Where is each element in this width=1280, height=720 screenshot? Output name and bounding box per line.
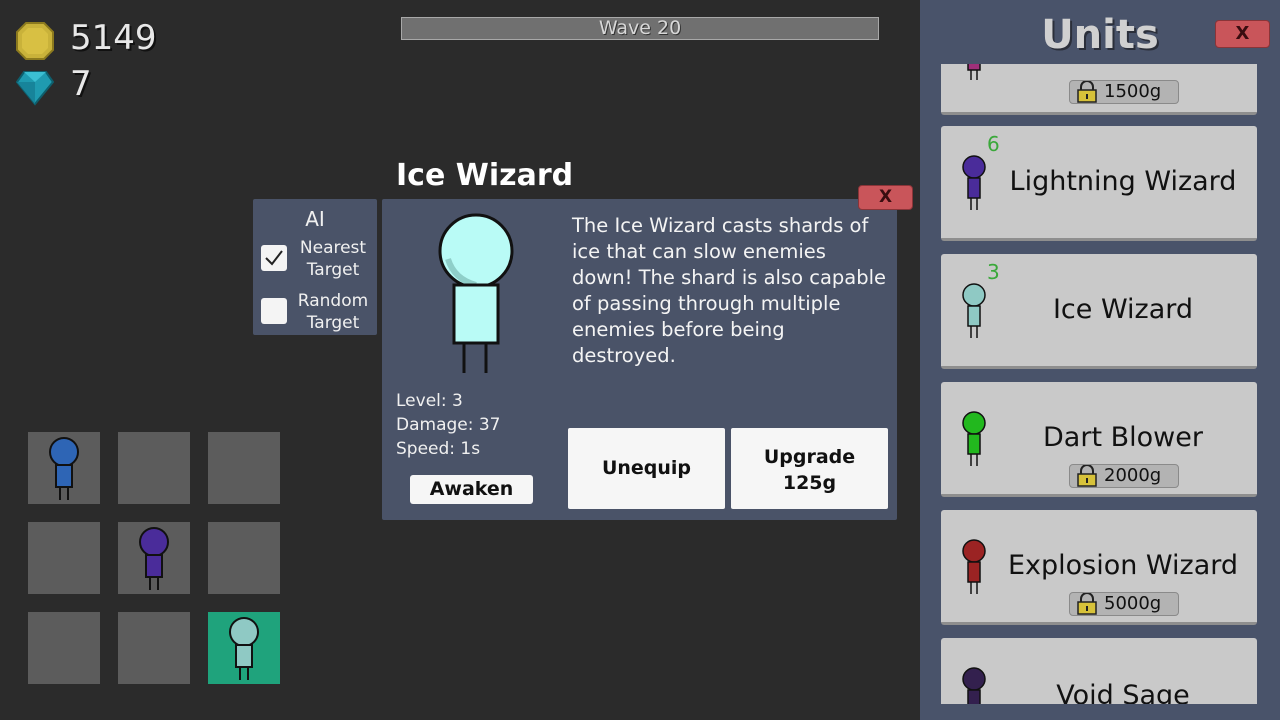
- unit-detail-panel: The Ice Wizard casts shards of ice that …: [382, 199, 897, 520]
- wave-progress-bar: Wave 20: [401, 17, 879, 40]
- lock-icon: [1077, 593, 1097, 615]
- magenta-unit-icon: [967, 64, 981, 80]
- awaken-button[interactable]: Awaken: [410, 475, 533, 504]
- unit-name: Lightning Wizard: [1009, 166, 1237, 197]
- nearest-target-checkbox[interactable]: [261, 245, 287, 271]
- upgrade-button[interactable]: Upgrade 125g: [731, 428, 888, 509]
- unit-name: Void Sage: [1056, 680, 1190, 704]
- unit-stats: Level: 3 Damage: 37 Speed: 1s: [396, 389, 501, 461]
- random-target-label-line2: Target: [306, 313, 360, 333]
- unequip-button[interactable]: Unequip: [568, 428, 725, 509]
- lock-icon: [1077, 81, 1097, 103]
- gold-amount: 5149: [70, 18, 157, 58]
- unit-name: Dart Blower: [1043, 422, 1203, 453]
- unit-slot-3[interactable]: [208, 432, 280, 504]
- ai-title: AI: [305, 207, 325, 231]
- units-shop-panel: Units X 1500g 6 Lightning Wizard 3 Ice W…: [920, 0, 1280, 720]
- unit-speed: Speed: 1s: [396, 439, 481, 459]
- gem-icon: [16, 71, 54, 106]
- nearest-target-label-line2: Target: [306, 260, 360, 280]
- unit-slot-2[interactable]: [118, 432, 190, 504]
- unit-level: 6: [987, 132, 1000, 156]
- unit-slot-9[interactable]: [208, 612, 280, 684]
- unit-damage: Damage: 37: [396, 415, 501, 435]
- unit-level: 3: [987, 260, 1000, 284]
- purple-unit-icon: [139, 527, 169, 590]
- unit-price-text: 1500g: [1104, 81, 1162, 102]
- close-detail-button[interactable]: X: [858, 185, 913, 210]
- checkmark-icon: [265, 250, 283, 266]
- unit-slot-4[interactable]: [28, 522, 100, 594]
- ice-wizard-portrait: [438, 213, 514, 373]
- upgrade-cost: 125g: [782, 472, 837, 494]
- unit-name: Ice Wizard: [1052, 294, 1194, 325]
- random-target-label-line1: Random: [297, 291, 369, 311]
- unit-name: Explosion Wizard: [1007, 550, 1239, 581]
- unit-shop-list[interactable]: 1500g 6 Lightning Wizard 3 Ice Wizard Da…: [920, 64, 1280, 704]
- unit-price: 5000g: [1069, 592, 1179, 616]
- ai-targeting-panel: AI Nearest Target Random Target: [253, 199, 377, 335]
- unit-slot-6[interactable]: [208, 522, 280, 594]
- wave-label: Wave 20: [598, 17, 682, 39]
- unit-price-text: 2000g: [1104, 465, 1162, 486]
- gem-amount: 7: [70, 64, 92, 104]
- unit-card-dart-blower[interactable]: Dart Blower 2000g: [941, 382, 1257, 497]
- unit-card[interactable]: 1500g: [941, 64, 1257, 115]
- unit-slot-7[interactable]: [28, 612, 100, 684]
- random-target-checkbox[interactable]: [261, 298, 287, 324]
- nearest-target-label: Nearest Target: [293, 237, 373, 281]
- unit-slot-1[interactable]: [28, 432, 100, 504]
- unit-card-lightning-wizard[interactable]: 6 Lightning Wizard: [941, 126, 1257, 241]
- blue-unit-icon: [49, 437, 79, 500]
- unit-price: 2000g: [1069, 464, 1179, 488]
- nearest-target-label-line1: Nearest: [299, 238, 367, 258]
- unit-detail-title: Ice Wizard: [396, 158, 574, 193]
- unit-description: The Ice Wizard casts shards of ice that …: [572, 214, 887, 367]
- unit-card-void-sage[interactable]: Void Sage: [941, 638, 1257, 704]
- close-shop-button[interactable]: X: [1215, 20, 1270, 48]
- gold-coin-icon: [16, 22, 54, 60]
- unit-price-text: 5000g: [1104, 593, 1162, 614]
- unit-price: 1500g: [1069, 80, 1179, 104]
- unit-card-ice-wizard[interactable]: 3 Ice Wizard: [941, 254, 1257, 369]
- unit-slot-5[interactable]: [118, 522, 190, 594]
- unit-level: Level: 3: [396, 391, 463, 411]
- lock-icon: [1077, 465, 1097, 487]
- upgrade-label-line1: Upgrade: [763, 446, 856, 468]
- unit-card-explosion-wizard[interactable]: Explosion Wizard 5000g: [941, 510, 1257, 625]
- ice-wizard-unit-icon: [229, 617, 259, 680]
- random-target-label: Random Target: [293, 290, 373, 334]
- unit-slot-8[interactable]: [118, 612, 190, 684]
